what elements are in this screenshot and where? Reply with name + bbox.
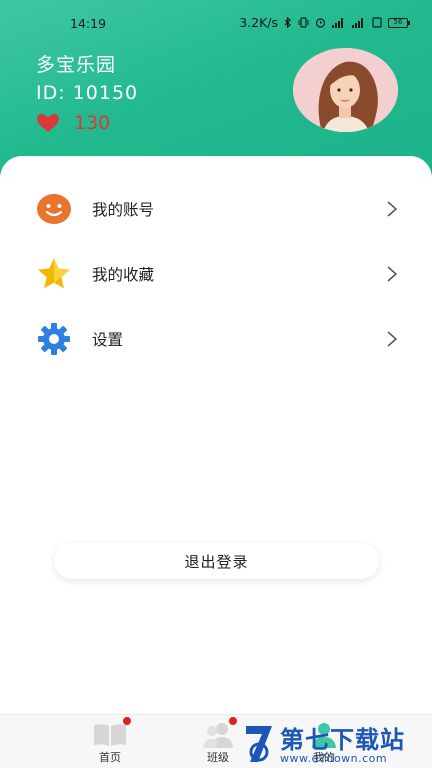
status-time: 14:19	[70, 16, 107, 31]
user-id: ID: 10150	[36, 82, 139, 104]
watermark-url: www.d7down.com	[280, 752, 388, 765]
signal-icon-2	[352, 17, 366, 28]
notification-dot	[123, 717, 131, 725]
gear-icon	[38, 323, 70, 355]
app-name: 多宝乐园	[36, 54, 117, 76]
battery-icon: 56	[388, 17, 410, 28]
bluetooth-icon	[284, 17, 291, 28]
smiley-icon	[37, 194, 71, 224]
book-icon	[94, 724, 126, 746]
menu-item-settings[interactable]: 设置	[0, 311, 432, 367]
chevron-right-icon	[387, 201, 398, 217]
alarm-icon	[315, 18, 326, 28]
tab-label-home: 首页	[99, 751, 121, 764]
heart-icon	[37, 114, 59, 132]
menu-label-favorites: 我的收藏	[92, 266, 155, 284]
status-bar: 14:19 3.2K/s 56	[0, 0, 432, 44]
watermark-logo-icon	[246, 726, 272, 762]
signal-icon	[332, 17, 346, 28]
avatar-illustration	[293, 48, 398, 132]
tab-home[interactable]: 首页	[80, 715, 140, 768]
avatar[interactable]	[293, 48, 398, 132]
menu-label-account: 我的账号	[92, 201, 155, 219]
tab-label-class: 班级	[207, 751, 229, 764]
chevron-right-icon	[387, 331, 398, 347]
logout-button[interactable]: 退出登录	[54, 543, 379, 579]
users-icon	[203, 723, 233, 748]
star-icon	[38, 258, 70, 289]
chevron-right-icon	[387, 266, 398, 282]
likes-row: 130	[36, 112, 110, 134]
likes-count: 130	[74, 112, 111, 134]
tab-class[interactable]: 班级	[188, 715, 248, 768]
sim-icon	[372, 17, 382, 28]
watermark: 第七下载站 www.d7down.com	[240, 716, 432, 768]
vibrate-icon	[298, 17, 309, 28]
menu-card	[0, 156, 432, 716]
notification-dot	[229, 717, 237, 725]
status-icons: 3.2K/s 56	[239, 15, 410, 30]
network-speed: 3.2K/s	[239, 15, 278, 30]
menu-label-settings: 设置	[92, 331, 124, 349]
menu-item-favorites[interactable]: 我的收藏	[0, 246, 432, 302]
menu-item-account[interactable]: 我的账号	[0, 181, 432, 237]
watermark-title: 第七下载站	[280, 726, 405, 754]
